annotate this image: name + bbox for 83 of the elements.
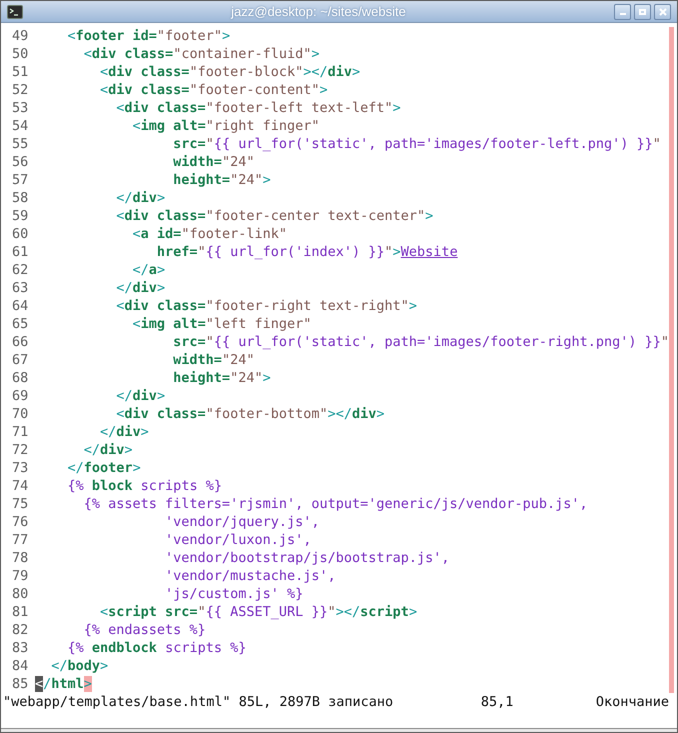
line-number: 62 — [11, 261, 30, 279]
line-number: 61 — [11, 243, 30, 261]
code-line: </div> — [115, 387, 166, 405]
code-line: <script src="{{ ASSET_URL }}"></script> — [99, 603, 418, 621]
code-line: {% block scripts %} — [66, 477, 222, 495]
code-line: </div> — [115, 189, 166, 207]
code-line: </footer> — [66, 459, 141, 477]
scroll-indicator: Окончание — [596, 693, 669, 711]
code-line: href="{{ url_for('index') }}">Website — [156, 243, 458, 261]
code-line: height="24"> — [172, 369, 271, 387]
code-line: 'vendor/bootstrap/js/bootstrap.js', — [164, 549, 450, 567]
code-line: {% endblock scripts %} — [66, 639, 246, 657]
minimize-button[interactable] — [614, 4, 631, 20]
line-number: 53 — [11, 99, 30, 117]
code-line: </div> — [115, 279, 166, 297]
line-number: 54 — [11, 117, 30, 135]
line-number: 63 — [11, 279, 30, 297]
line-number: 75 — [11, 495, 30, 513]
line-number: 84 — [11, 657, 30, 675]
maximize-button[interactable] — [634, 4, 651, 20]
code-line: src="{{ url_for('static', path='images/footer-left.png') }}" — [172, 135, 661, 153]
code-line: width="24" — [172, 153, 254, 171]
status-message: "webapp/templates/base.html" 85L, 2897B записано — [3, 693, 394, 711]
line-number: 68 — [11, 369, 30, 387]
code-line: {% assets filters='rjsmin', output='generic/js/vendor-pub.js', — [82, 495, 588, 513]
code-line: <div class="footer-left text-left"> — [115, 99, 401, 117]
line-number: 74 — [11, 477, 30, 495]
line-number: 80 — [11, 585, 30, 603]
code-line: <footer id="footer"> — [66, 27, 230, 45]
line-number: 77 — [11, 531, 30, 549]
line-number: 51 — [11, 63, 30, 81]
line-number: 73 — [11, 459, 30, 477]
code-line: <div class="footer-right text-right"> — [115, 297, 418, 315]
code-line: </div> — [99, 423, 149, 441]
code-line: src="{{ url_for('static', path='images/footer-right.png') }}" — [172, 333, 669, 351]
line-number: 70 — [11, 405, 30, 423]
line-number: 82 — [11, 621, 30, 639]
line-number: 78 — [11, 549, 30, 567]
code-line: {% endassets %} — [82, 621, 206, 639]
line-number: 58 — [11, 189, 30, 207]
code-line: width="24" — [172, 351, 254, 369]
line-number: 52 — [11, 81, 30, 99]
close-icon — [658, 8, 666, 16]
code-line: </body> — [50, 657, 108, 675]
code-line: 'vendor/mustache.js', — [164, 567, 336, 585]
code-line: <img alt="right finger" — [132, 117, 320, 135]
line-number: 76 — [11, 513, 30, 531]
line-number: 72 — [11, 441, 30, 459]
code-line: <div class="container-fluid"> — [82, 45, 320, 63]
line-number: 67 — [11, 351, 30, 369]
line-number: 49 — [11, 27, 30, 45]
code-line: <div class="footer-content"> — [99, 81, 328, 99]
code-line: <img alt="left finger" — [132, 315, 312, 333]
code-line: <div class="footer-bottom"></div> — [115, 405, 385, 423]
line-number: 59 — [11, 207, 30, 225]
window-title: jazz@desktop: ~/sites/website — [230, 2, 407, 21]
line-number: 56 — [11, 153, 30, 171]
line-number: 66 — [11, 333, 30, 351]
line-number: 60 — [11, 225, 30, 243]
line-number: 85 — [11, 675, 30, 693]
code-line: </html> — [35, 675, 92, 693]
line-number: 83 — [11, 639, 30, 657]
terminal-icon — [7, 4, 23, 18]
code-line: </div> — [82, 441, 133, 459]
line-number: 81 — [11, 603, 30, 621]
cursor-position: 85,1 — [480, 693, 514, 711]
line-number: 50 — [11, 45, 30, 63]
code-line: 'vendor/jquery.js', — [164, 513, 320, 531]
line-number: 55 — [11, 135, 30, 153]
line-number: 71 — [11, 423, 30, 441]
code-line: <a id="footer-link" — [132, 225, 287, 243]
line-number: 69 — [11, 387, 30, 405]
line-number: 79 — [11, 567, 30, 585]
code-line: 'vendor/luxon.js', — [164, 531, 312, 549]
close-button[interactable] — [654, 4, 671, 20]
line-number: 65 — [11, 315, 30, 333]
code-line: </a> — [132, 261, 166, 279]
code-line: height="24"> — [172, 171, 271, 189]
code-line: <div class="footer-block"></div> — [99, 63, 360, 81]
code-line: 'js/custom.js' %} — [164, 585, 304, 603]
code-line: <div class="footer-center text-center"> — [115, 207, 434, 225]
line-number: 57 — [11, 171, 30, 189]
line-number: 64 — [11, 297, 30, 315]
